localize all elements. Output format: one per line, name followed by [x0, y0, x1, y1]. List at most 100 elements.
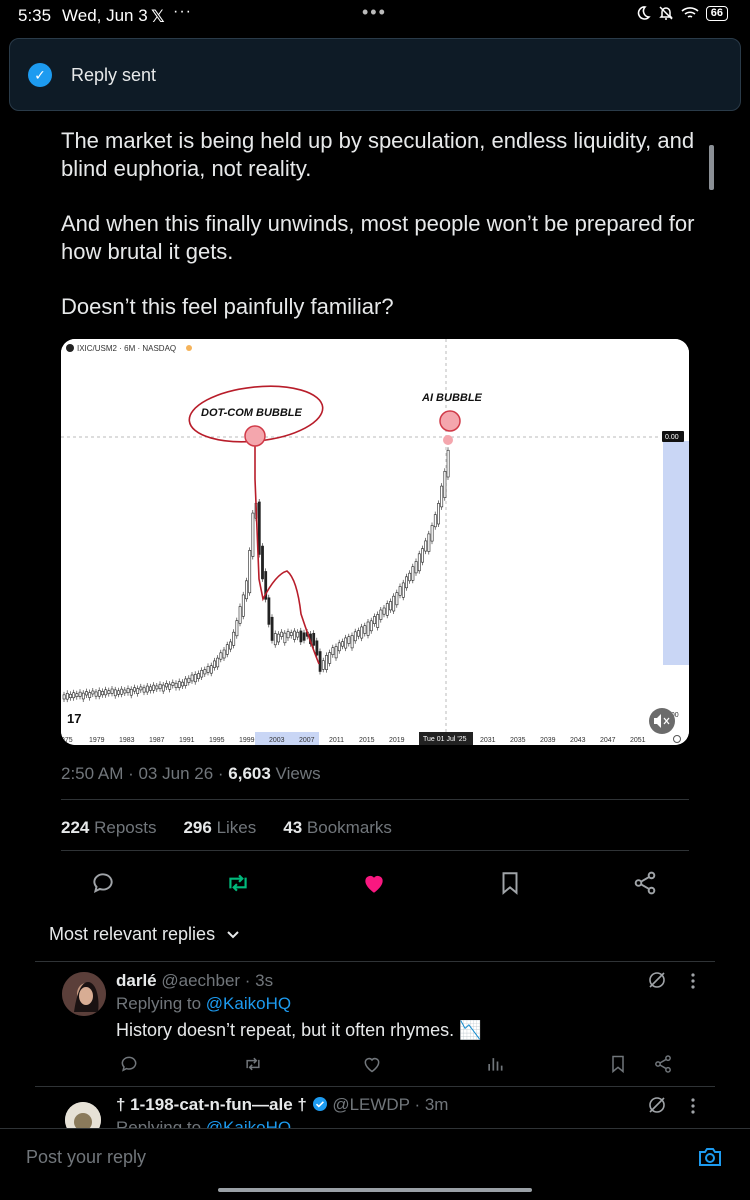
mute-button[interactable] [649, 708, 675, 734]
bookmark-icon[interactable] [608, 1054, 628, 1074]
x-tick-label: 2035 [510, 737, 526, 744]
replying-to: Replying to @KaikoHQ [116, 994, 292, 1013]
mention-link[interactable]: @KaikoHQ [206, 994, 291, 1013]
x-tick-label: 975 [61, 737, 73, 744]
candle-body [238, 606, 242, 624]
candle-body [81, 692, 85, 700]
candle-body [363, 625, 367, 634]
grok-icon[interactable] [647, 1095, 667, 1115]
candle-body [334, 646, 338, 659]
candle-body [216, 657, 220, 668]
reposts-stat[interactable]: 224 Reposts [61, 818, 156, 838]
reply-icon [93, 873, 113, 893]
status-time: 5:35 [18, 6, 52, 25]
candle-body [257, 501, 261, 555]
candle-body [440, 485, 444, 508]
camera-icon[interactable] [697, 1145, 723, 1169]
x-tick-label: 1991 [179, 737, 195, 744]
bookmarks-stat[interactable]: 43 Bookmarks [283, 818, 392, 838]
views-count[interactable]: 6,603 [228, 764, 271, 783]
candle-body [94, 691, 98, 697]
candle-body [398, 586, 402, 596]
candle-body [302, 632, 306, 641]
reply-button[interactable] [90, 870, 120, 896]
views-label: Views [270, 764, 321, 783]
bell-off-icon [658, 6, 673, 20]
reply-item[interactable]: † 1-198-cat-n-fun—ale † @LEWDP · 3m Repl… [35, 1087, 715, 1128]
x-tick-label: 2011 [329, 737, 344, 744]
candle-body [328, 652, 332, 664]
candle-body [229, 641, 232, 650]
candle-body [190, 674, 194, 682]
reply-input[interactable]: Post your reply [26, 1147, 146, 1168]
candle-body [241, 594, 245, 617]
candle-body [427, 533, 431, 552]
heart-icon[interactable] [362, 1054, 382, 1074]
divider [61, 799, 689, 800]
candle-body [315, 640, 319, 656]
candle-body [421, 548, 424, 563]
chevron-down-icon [227, 931, 239, 939]
bookmark-button[interactable] [497, 870, 527, 896]
replying-to: Replying to @KaikoHQ [116, 1118, 291, 1128]
grok-icon[interactable] [647, 970, 667, 990]
repost-icon[interactable] [243, 1054, 263, 1074]
candle-body [392, 595, 396, 612]
more-options-icon[interactable] [689, 972, 697, 990]
wifi-icon [681, 7, 699, 18]
candle-body [145, 685, 149, 693]
candle-body [267, 597, 271, 625]
toast-message: Reply sent [71, 65, 157, 85]
candle-body [414, 561, 418, 574]
avatar[interactable] [62, 972, 106, 1016]
x-tick-label: 2007 [299, 737, 315, 744]
repost-button[interactable] [225, 870, 255, 896]
avatar[interactable] [65, 1102, 101, 1128]
candle-body [107, 690, 111, 694]
reply-icon[interactable] [119, 1054, 139, 1074]
post-media-chart[interactable]: IXIC/USM2 · 6M · NASDAQ DOT-COM BUBBLE A… [61, 339, 689, 745]
dotcom-label: DOT-COM BUBBLE [201, 407, 302, 419]
reply-author[interactable]: † 1-198-cat-n-fun—ale † @LEWDP · 3m [116, 1095, 448, 1115]
candle-body [110, 688, 114, 694]
share-icon[interactable] [653, 1054, 673, 1074]
replies-sort-dropdown[interactable]: Most relevant replies [49, 924, 240, 945]
reply-item[interactable]: darlé @aechber · 3s Replying to @KaikoHQ… [35, 962, 715, 1086]
candle-body [203, 669, 207, 675]
candle-body [389, 601, 392, 611]
window-handle-icon[interactable]: ••• [362, 2, 387, 23]
candle-body [251, 512, 255, 557]
likes-stat[interactable]: 296 Likes [183, 818, 256, 838]
post-body: The market is being held up by speculati… [61, 127, 711, 348]
candle-body [405, 576, 408, 589]
candle-body [158, 683, 162, 689]
mention-link[interactable]: @KaikoHQ [206, 1118, 291, 1128]
reply-sent-toast[interactable]: ✓ Reply sent [9, 38, 741, 111]
x-tick-label: 2043 [570, 737, 586, 744]
notification-overflow-icon: ··· [173, 3, 192, 20]
check-circle-icon: ✓ [28, 63, 52, 87]
post-timestamp: 2:50 AM · 03 Jun 26 · [61, 764, 229, 783]
candle-body [373, 616, 376, 624]
candle-body [379, 609, 383, 620]
views-icon[interactable] [485, 1054, 505, 1074]
candle-body [341, 641, 344, 647]
candle-body [222, 649, 226, 659]
share-button[interactable] [632, 870, 662, 896]
heart-icon [365, 875, 383, 893]
divider [61, 850, 689, 851]
x-tick-label: 1987 [149, 737, 165, 744]
like-button[interactable] [361, 870, 391, 896]
x-tick-label: 1999 [239, 737, 255, 744]
candle-body [344, 637, 348, 649]
candle-body [353, 631, 357, 642]
home-indicator[interactable] [218, 1188, 532, 1192]
scrollbar-thumb[interactable] [709, 145, 714, 190]
status-bar: 5:35 Wed, Jun 3 𝕏 ··· ••• 66 [0, 0, 750, 32]
reply-author[interactable]: darlé @aechber · 3s [116, 971, 273, 991]
candle-body [168, 683, 172, 690]
x-tick-label: 1979 [89, 737, 105, 744]
more-options-icon[interactable] [689, 1097, 697, 1115]
x-app-icon: 𝕏 [151, 7, 165, 26]
candle-body [408, 572, 412, 582]
